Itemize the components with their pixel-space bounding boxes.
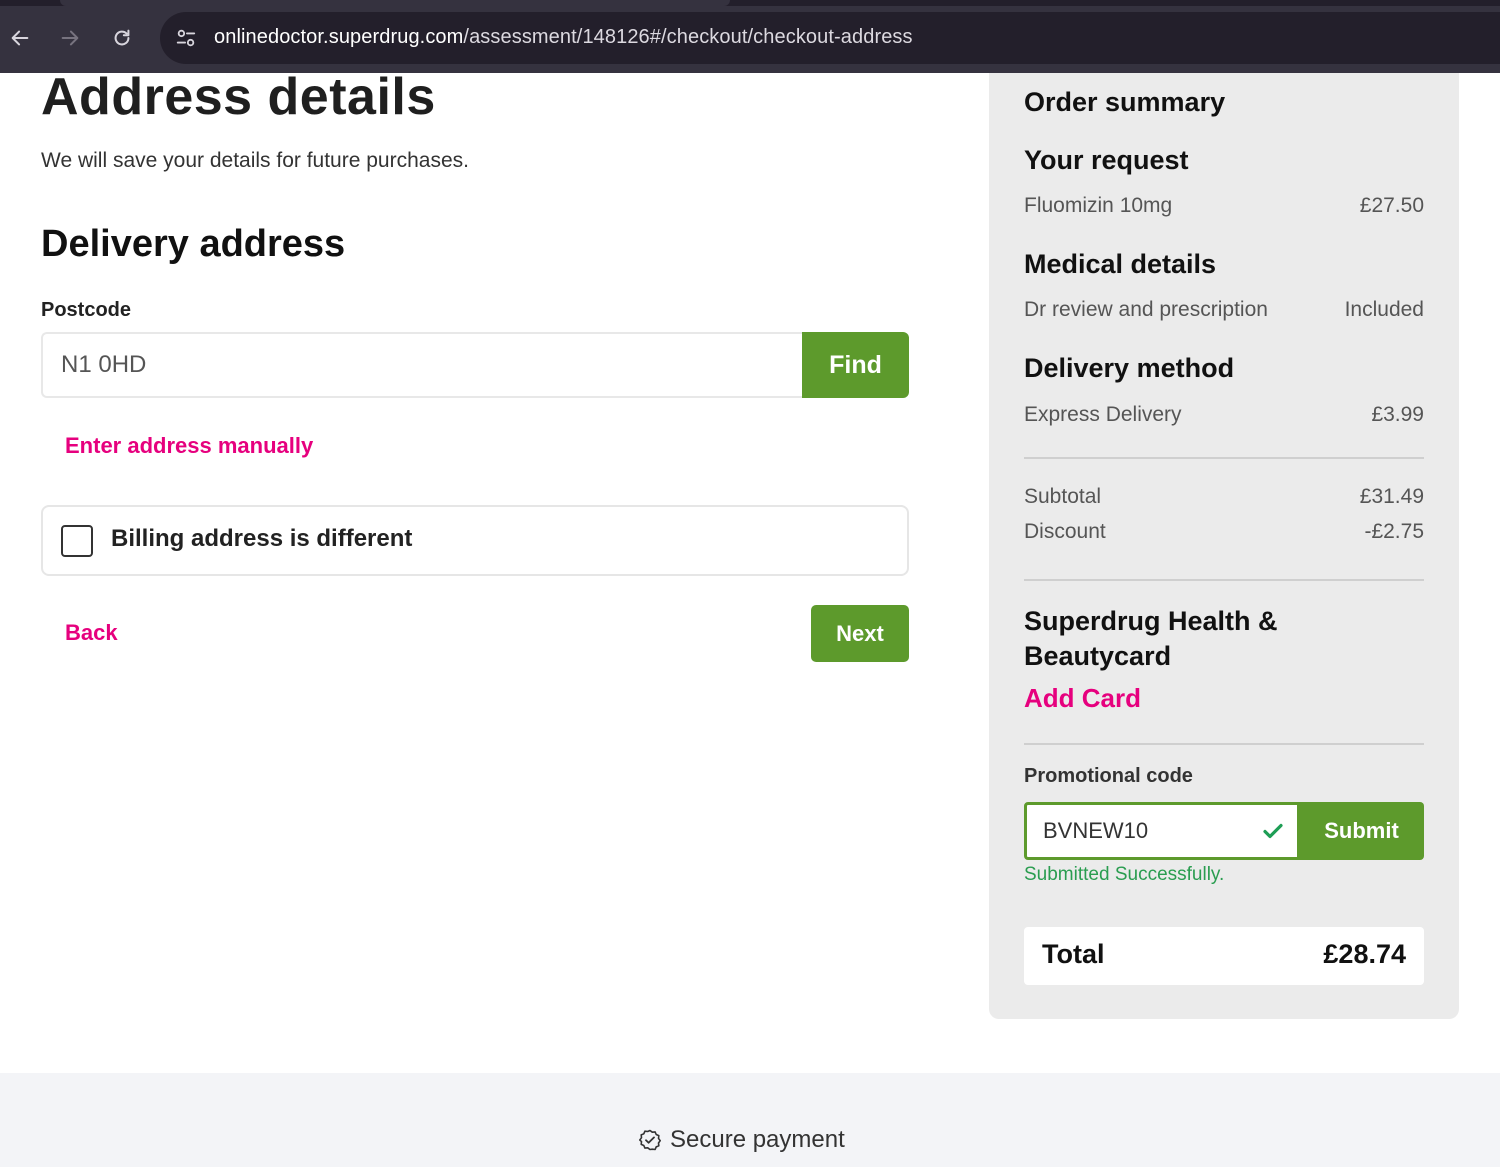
promo-code-input[interactable]	[1027, 805, 1257, 857]
billing-address-option[interactable]: Billing address is different	[41, 505, 909, 576]
site-settings-icon[interactable]	[172, 24, 200, 52]
divider	[1024, 457, 1424, 459]
promo-code-field[interactable]	[1024, 802, 1300, 860]
order-summary-panel: Order summary Your request Fluomizin 10m…	[989, 73, 1459, 1019]
reload-icon[interactable]	[104, 20, 140, 56]
footer: Secure payment	[0, 1073, 1500, 1167]
beautycard-heading: Superdrug Health & Beautycard	[1024, 606, 1278, 671]
promo-status-message: Submitted Successfully.	[1024, 864, 1225, 885]
next-button[interactable]: Next	[811, 605, 909, 662]
shield-check-icon	[639, 1129, 661, 1151]
find-button[interactable]: Find	[802, 332, 909, 398]
delivery-method-heading: Delivery method	[1024, 353, 1235, 383]
url-text[interactable]: onlinedoctor.superdrug.com/assessment/14…	[214, 26, 913, 49]
secure-payment-label: Secure payment	[670, 1126, 845, 1153]
secure-payment-badge: Secure payment	[638, 1125, 845, 1155]
discount-row: Discount -£2.75	[1024, 520, 1424, 548]
address-bar[interactable]: onlinedoctor.superdrug.com/assessment/14…	[160, 12, 1500, 64]
url-path: /assessment/148126#/checkout/checkout-ad…	[463, 26, 913, 48]
promo-submit-button[interactable]: Submit	[1299, 802, 1424, 860]
subtotal-row: Subtotal £31.49	[1024, 485, 1424, 513]
page-title: Address details	[41, 68, 436, 126]
back-link[interactable]: Back	[65, 620, 118, 646]
add-card-link[interactable]: Add Card	[1024, 683, 1141, 714]
delivery-address-heading: Delivery address	[41, 223, 346, 265]
delivery-item-price: £3.99	[1371, 403, 1424, 426]
delivery-item-row: Express Delivery £3.99	[1024, 403, 1424, 431]
discount-value: -£2.75	[1364, 520, 1424, 543]
browser-toolbar: onlinedoctor.superdrug.com/assessment/14…	[0, 0, 1500, 73]
postcode-input[interactable]	[41, 332, 803, 398]
url-host: onlinedoctor.superdrug.com	[214, 26, 464, 48]
page-subtitle: We will save your details for future pur…	[41, 149, 469, 172]
billing-address-label: Billing address is different	[111, 525, 413, 552]
promo-code-label: Promotional code	[1024, 765, 1193, 787]
subtotal-value: £31.49	[1359, 485, 1424, 508]
total-row: Total £28.74	[1024, 927, 1424, 985]
request-item-price: £27.50	[1359, 194, 1424, 217]
checkmark-icon	[1263, 823, 1283, 839]
back-arrow-icon[interactable]	[2, 20, 38, 56]
postcode-label: Postcode	[41, 299, 132, 321]
order-summary-title: Order summary	[1024, 87, 1226, 117]
medical-item-price: Included	[1344, 298, 1424, 321]
divider	[1024, 579, 1424, 581]
total-label: Total	[1042, 939, 1105, 969]
enter-address-manually-link[interactable]: Enter address manually	[65, 433, 313, 459]
total-value: £28.74	[1323, 939, 1406, 969]
delivery-item-name: Express Delivery	[1024, 403, 1182, 426]
subtotal-label: Subtotal	[1024, 485, 1102, 508]
divider	[1024, 743, 1424, 745]
your-request-heading: Your request	[1024, 145, 1189, 175]
medical-item-name: Dr review and prescription	[1024, 298, 1268, 321]
medical-details-heading: Medical details	[1024, 249, 1217, 279]
request-item-name: Fluomizin 10mg	[1024, 194, 1173, 217]
forward-arrow-icon[interactable]	[52, 20, 88, 56]
request-item-row: Fluomizin 10mg £27.50	[1024, 194, 1424, 222]
discount-label: Discount	[1024, 520, 1106, 543]
browser-tab[interactable]	[60, 0, 730, 6]
browser-tabstrip	[0, 0, 1500, 6]
billing-address-checkbox[interactable]	[61, 525, 93, 557]
medical-item-row: Dr review and prescription Included	[1024, 298, 1424, 326]
